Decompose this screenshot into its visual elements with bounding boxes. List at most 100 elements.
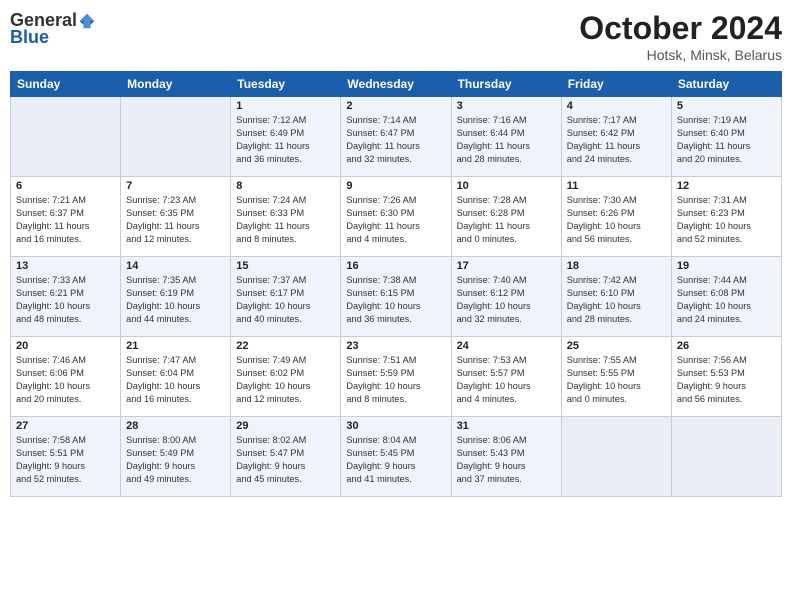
table-row: 3 Sunrise: 7:16 AM Sunset: 6:44 PM Daylig… [451,97,561,177]
table-row: 1 Sunrise: 7:12 AM Sunset: 6:49 PM Daylig… [231,97,341,177]
day-info: Sunrise: 7:42 AM Sunset: 6:10 PM Dayligh… [567,274,666,326]
table-row: 15 Sunrise: 7:37 AM Sunset: 6:17 PM Dayli… [231,257,341,337]
table-row: 5Sunrise: 7:19 AM Sunset: 6:40 PM Daylig… [671,97,781,177]
day-info: Sunrise: 7:37 AM Sunset: 6:17 PM Dayligh… [236,274,335,326]
logo: General Blue [10,10,96,48]
col-monday: Monday [121,72,231,97]
table-row: 9 Sunrise: 7:26 AM Sunset: 6:30 PM Daylig… [341,177,451,257]
table-row: 26 Sunrise: 7:56 AM Sunset: 5:53 PM Dayli… [671,337,781,417]
day-info: Sunrise: 7:31 AM Sunset: 6:23 PM Dayligh… [677,194,776,246]
day-info: Sunrise: 7:14 AM Sunset: 6:47 PM Dayligh… [346,114,445,166]
day-number: 19 [677,260,776,272]
table-row: 12 Sunrise: 7:31 AM Sunset: 6:23 PM Dayli… [671,177,781,257]
table-row: 19 Sunrise: 7:44 AM Sunset: 6:08 PM Dayli… [671,257,781,337]
day-info: Sunrise: 8:04 AM Sunset: 5:45 PM Dayligh… [346,434,445,486]
table-row: 14 Sunrise: 7:35 AM Sunset: 6:19 PM Dayli… [121,257,231,337]
table-row [11,97,121,177]
day-info: Sunrise: 7:55 AM Sunset: 5:55 PM Dayligh… [567,354,666,406]
day-number: 6 [16,180,115,192]
calendar-table: Sunday Monday Tuesday Wednesday Thursday… [10,71,782,497]
table-row: 10 Sunrise: 7:28 AM Sunset: 6:28 PM Dayli… [451,177,561,257]
table-row: 27 Sunrise: 7:58 AM Sunset: 5:51 PM Dayli… [11,417,121,497]
day-info: Sunrise: 7:44 AM Sunset: 6:08 PM Dayligh… [677,274,776,326]
day-number: 12 [677,180,776,192]
table-row: 21 Sunrise: 7:47 AM Sunset: 6:04 PM Dayli… [121,337,231,417]
calendar-title: October 2024 [579,10,782,47]
logo-blue: Blue [10,27,49,48]
day-number: 23 [346,340,445,352]
day-number: 14 [126,260,225,272]
day-info: Sunrise: 7:51 AM Sunset: 5:59 PM Dayligh… [346,354,445,406]
day-number: 10 [457,180,556,192]
col-tuesday: Tuesday [231,72,341,97]
day-number: 26 [677,340,776,352]
calendar-week-row: 20 Sunrise: 7:46 AM Sunset: 6:06 PM Dayli… [11,337,782,417]
day-info: Sunrise: 7:53 AM Sunset: 5:57 PM Dayligh… [457,354,556,406]
logo-icon [78,12,96,30]
table-row: 7Sunrise: 7:23 AM Sunset: 6:35 PM Daylig… [121,177,231,257]
table-row: 16 Sunrise: 7:38 AM Sunset: 6:15 PM Dayli… [341,257,451,337]
day-number: 18 [567,260,666,272]
day-info: Sunrise: 7:58 AM Sunset: 5:51 PM Dayligh… [16,434,115,486]
day-number: 8 [236,180,335,192]
table-row: 22Sunrise: 7:49 AM Sunset: 6:02 PM Dayli… [231,337,341,417]
header-row: Sunday Monday Tuesday Wednesday Thursday… [11,72,782,97]
day-number: 25 [567,340,666,352]
header: General Blue October 2024 Hotsk, Minsk, … [10,10,782,63]
day-info: Sunrise: 7:46 AM Sunset: 6:06 PM Dayligh… [16,354,115,406]
day-info: Sunrise: 7:56 AM Sunset: 5:53 PM Dayligh… [677,354,776,406]
table-row: 20 Sunrise: 7:46 AM Sunset: 6:06 PM Dayli… [11,337,121,417]
day-info: Sunrise: 7:23 AM Sunset: 6:35 PM Dayligh… [126,194,225,246]
day-number: 9 [346,180,445,192]
col-sunday: Sunday [11,72,121,97]
day-number: 1 [236,100,335,112]
day-info: Sunrise: 7:40 AM Sunset: 6:12 PM Dayligh… [457,274,556,326]
day-info: Sunrise: 7:24 AM Sunset: 6:33 PM Dayligh… [236,194,335,246]
day-number: 21 [126,340,225,352]
table-row: 6 Sunrise: 7:21 AM Sunset: 6:37 PM Daylig… [11,177,121,257]
table-row: 17 Sunrise: 7:40 AM Sunset: 6:12 PM Dayli… [451,257,561,337]
day-info: Sunrise: 7:49 AM Sunset: 6:02 PM Dayligh… [236,354,335,406]
col-thursday: Thursday [451,72,561,97]
day-number: 3 [457,100,556,112]
col-wednesday: Wednesday [341,72,451,97]
day-info: Sunrise: 7:21 AM Sunset: 6:37 PM Dayligh… [16,194,115,246]
day-number: 17 [457,260,556,272]
col-friday: Friday [561,72,671,97]
day-number: 29 [236,420,335,432]
day-info: Sunrise: 7:35 AM Sunset: 6:19 PM Dayligh… [126,274,225,326]
day-info: Sunrise: 7:19 AM Sunset: 6:40 PM Dayligh… [677,114,776,166]
calendar-week-row: 1 Sunrise: 7:12 AM Sunset: 6:49 PM Daylig… [11,97,782,177]
calendar-week-row: 13Sunrise: 7:33 AM Sunset: 6:21 PM Dayli… [11,257,782,337]
table-row: 25 Sunrise: 7:55 AM Sunset: 5:55 PM Dayli… [561,337,671,417]
day-info: Sunrise: 7:12 AM Sunset: 6:49 PM Dayligh… [236,114,335,166]
table-row: 24 Sunrise: 7:53 AM Sunset: 5:57 PM Dayli… [451,337,561,417]
table-row: 30 Sunrise: 8:04 AM Sunset: 5:45 PM Dayli… [341,417,451,497]
table-row: 13Sunrise: 7:33 AM Sunset: 6:21 PM Dayli… [11,257,121,337]
table-row [121,97,231,177]
day-info: Sunrise: 8:06 AM Sunset: 5:43 PM Dayligh… [457,434,556,486]
table-row: 29 Sunrise: 8:02 AM Sunset: 5:47 PM Dayli… [231,417,341,497]
table-row: 8 Sunrise: 7:24 AM Sunset: 6:33 PM Daylig… [231,177,341,257]
day-info: Sunrise: 7:38 AM Sunset: 6:15 PM Dayligh… [346,274,445,326]
table-row: 23 Sunrise: 7:51 AM Sunset: 5:59 PM Dayli… [341,337,451,417]
day-info: Sunrise: 8:02 AM Sunset: 5:47 PM Dayligh… [236,434,335,486]
day-number: 16 [346,260,445,272]
calendar-week-row: 27 Sunrise: 7:58 AM Sunset: 5:51 PM Dayli… [11,417,782,497]
day-number: 20 [16,340,115,352]
day-number: 24 [457,340,556,352]
table-row [671,417,781,497]
day-info: Sunrise: 7:28 AM Sunset: 6:28 PM Dayligh… [457,194,556,246]
page: General Blue October 2024 Hotsk, Minsk, … [0,0,792,612]
table-row: 11Sunrise: 7:30 AM Sunset: 6:26 PM Dayli… [561,177,671,257]
table-row: 2Sunrise: 7:14 AM Sunset: 6:47 PM Daylig… [341,97,451,177]
day-info: Sunrise: 7:16 AM Sunset: 6:44 PM Dayligh… [457,114,556,166]
day-number: 27 [16,420,115,432]
day-info: Sunrise: 7:47 AM Sunset: 6:04 PM Dayligh… [126,354,225,406]
day-info: Sunrise: 7:26 AM Sunset: 6:30 PM Dayligh… [346,194,445,246]
day-info: Sunrise: 7:33 AM Sunset: 6:21 PM Dayligh… [16,274,115,326]
calendar-subtitle: Hotsk, Minsk, Belarus [579,47,782,63]
day-number: 15 [236,260,335,272]
day-number: 30 [346,420,445,432]
day-info: Sunrise: 7:17 AM Sunset: 6:42 PM Dayligh… [567,114,666,166]
